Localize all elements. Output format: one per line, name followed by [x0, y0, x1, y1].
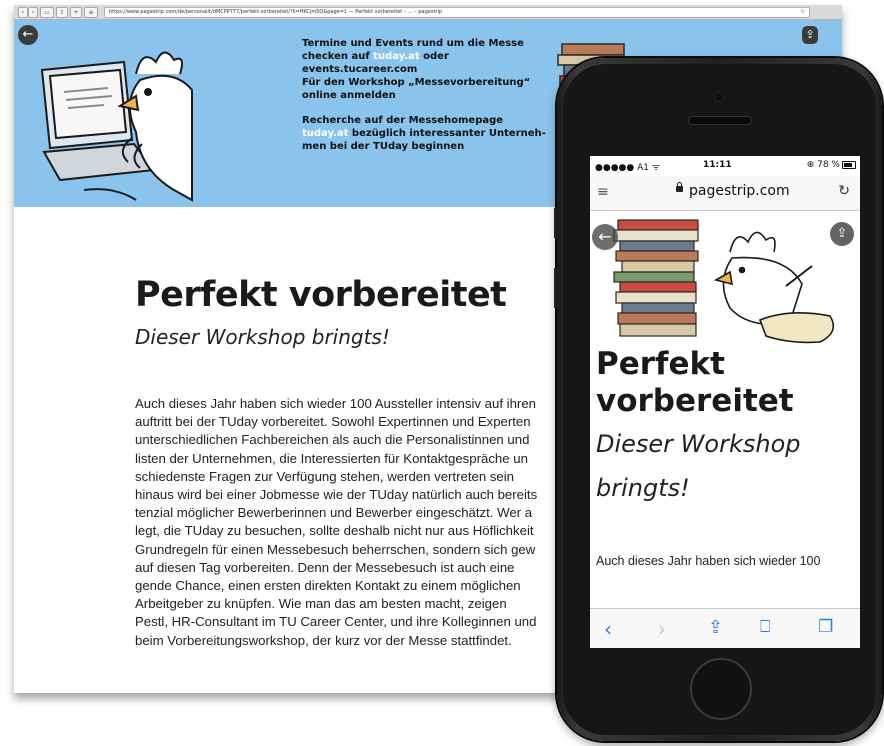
tucareer-link[interactable]: events.tucareer.com	[302, 63, 562, 76]
new-tab-button[interactable]: +	[70, 7, 82, 18]
share-icon[interactable]: ⇪	[56, 7, 68, 18]
body-line: auftritt bei der TUday vorbereitet. Sowo…	[135, 414, 531, 430]
books-rooster-illustration	[613, 219, 835, 344]
hero-line: men bei der TUday beginnen	[302, 141, 465, 152]
hero-line: online anmelden	[302, 90, 396, 101]
hero-line: Für den Workshop „Messevorbereitung“	[302, 77, 531, 88]
article-body-first-line: Auch dieses Jahr haben sich wieder 100	[596, 554, 821, 568]
battery-percent: ⊕ 78 %	[806, 160, 840, 170]
share-icon[interactable]: ⇪	[708, 617, 723, 638]
page-title: Perfekt vorbereitet	[596, 346, 794, 419]
speaker-grille	[688, 116, 752, 125]
share-square-button[interactable]: ⇪	[802, 26, 818, 44]
body-line: auf diesen Tag vorbereiten. Denn der Mes…	[135, 559, 515, 575]
back-arrow-icon[interactable]: ‹	[604, 617, 612, 641]
body-line: Auch dieses Jahr haben sich wieder 100 A…	[135, 396, 536, 411]
browser-toolbar: ‹ › ▭ ⇪ + ≡ https://www.pagestrip.com/de…	[14, 5, 842, 20]
page-title: Perfekt vorbereitet	[135, 275, 507, 315]
forward-arrow-icon[interactable]: ›	[658, 617, 666, 641]
carrier-signal: ●●●●● A1 ᯤ	[595, 163, 661, 173]
body-line: Pestl, HR-Consultant im TU Career Center…	[135, 614, 537, 630]
back-circle-button[interactable]: ←	[592, 224, 618, 250]
camera-icon	[714, 92, 724, 102]
page-subtitle: Dieser Workshop bringts!	[135, 325, 390, 349]
reload-icon[interactable]: ↻	[801, 8, 805, 17]
body-line: beim Vorbereitungsworkshop, der kurz vor…	[135, 632, 512, 648]
tuday-link[interactable]: tuday.at	[302, 128, 348, 139]
article-body: Auch dieses Jahr haben sich wieder 100 A…	[135, 395, 605, 650]
iphone-device: ●●●●● A1 ᯤ 11:11 ⊕ 78 % ≡ pagestrip.com …	[554, 58, 882, 741]
phone-screen: ●●●●● A1 ᯤ 11:11 ⊕ 78 % ≡ pagestrip.com …	[590, 156, 860, 648]
bookmarks-icon[interactable]: ⎕	[760, 617, 770, 637]
home-button[interactable]	[690, 658, 752, 720]
body-line: hinaus wird bei einer Jobmesse wie der T…	[135, 487, 538, 503]
laptop-rooster-illustration	[40, 51, 193, 202]
tuday-link[interactable]: tuday.at	[373, 51, 419, 62]
sidebar-icon[interactable]: ▭	[40, 7, 54, 18]
body-line: schiedenste Fragen zur Verfügung stehen,…	[135, 468, 515, 484]
share-circle-button[interactable]: ⇪	[830, 222, 854, 246]
back-button[interactable]: ‹	[18, 7, 28, 18]
body-line: Arbeitgeber zu knüpfen. Wie man das am b…	[135, 596, 507, 612]
hero-text: Termine und Events rund um die Messe che…	[302, 37, 562, 165]
hero-line: oder	[419, 51, 449, 62]
address-bar[interactable]: https://www.pagestrip.com/de/personal/t/…	[104, 7, 810, 18]
battery-icon	[842, 161, 856, 169]
reader-icon[interactable]: ≡	[84, 7, 98, 18]
hero-line: Recherche auf der Messehomepage	[302, 115, 504, 126]
hero-line: Termine und Events rund um die Messe	[302, 38, 524, 49]
body-line: listen der Unternehmen, die Interessiert…	[135, 450, 528, 466]
hero-line: checken auf	[302, 51, 374, 62]
reload-icon[interactable]: ↻	[838, 183, 850, 199]
body-line: tenzial möglicher Bewerberinnen und Bewe…	[135, 505, 533, 521]
volume-button	[554, 208, 557, 238]
mobile-address-bar[interactable]: ≡ pagestrip.com ↻	[590, 176, 860, 211]
tabs-icon[interactable]: ❐	[818, 617, 833, 637]
lock-icon	[676, 182, 683, 192]
body-line: legt, die TUday zu besuchen, sollte desh…	[135, 523, 534, 539]
forward-button[interactable]: ›	[28, 7, 38, 18]
status-bar: ●●●●● A1 ᯤ 11:11 ⊕ 78 %	[590, 156, 860, 174]
body-line: unterschiedlichen Fachbereichen als auch…	[135, 432, 530, 448]
clock: 11:11	[703, 160, 732, 170]
safari-bottom-toolbar: ‹ › ⇪ ⎕ ❐	[590, 608, 860, 648]
hero-line: bezüglich interessanter Unterneh-	[348, 128, 546, 139]
url-text: https://www.pagestrip.com/de/personal/t/…	[109, 9, 443, 15]
body-line: gende Chance, einen ersten direkten Kont…	[135, 578, 521, 594]
volume-button	[554, 268, 557, 308]
body-line: Grundregeln für einen Messebesuch beherr…	[135, 541, 536, 557]
reader-menu-icon[interactable]: ≡	[597, 184, 609, 200]
domain-text: pagestrip.com	[689, 183, 790, 199]
page-subtitle: Dieser Workshop bringts!	[596, 430, 801, 502]
